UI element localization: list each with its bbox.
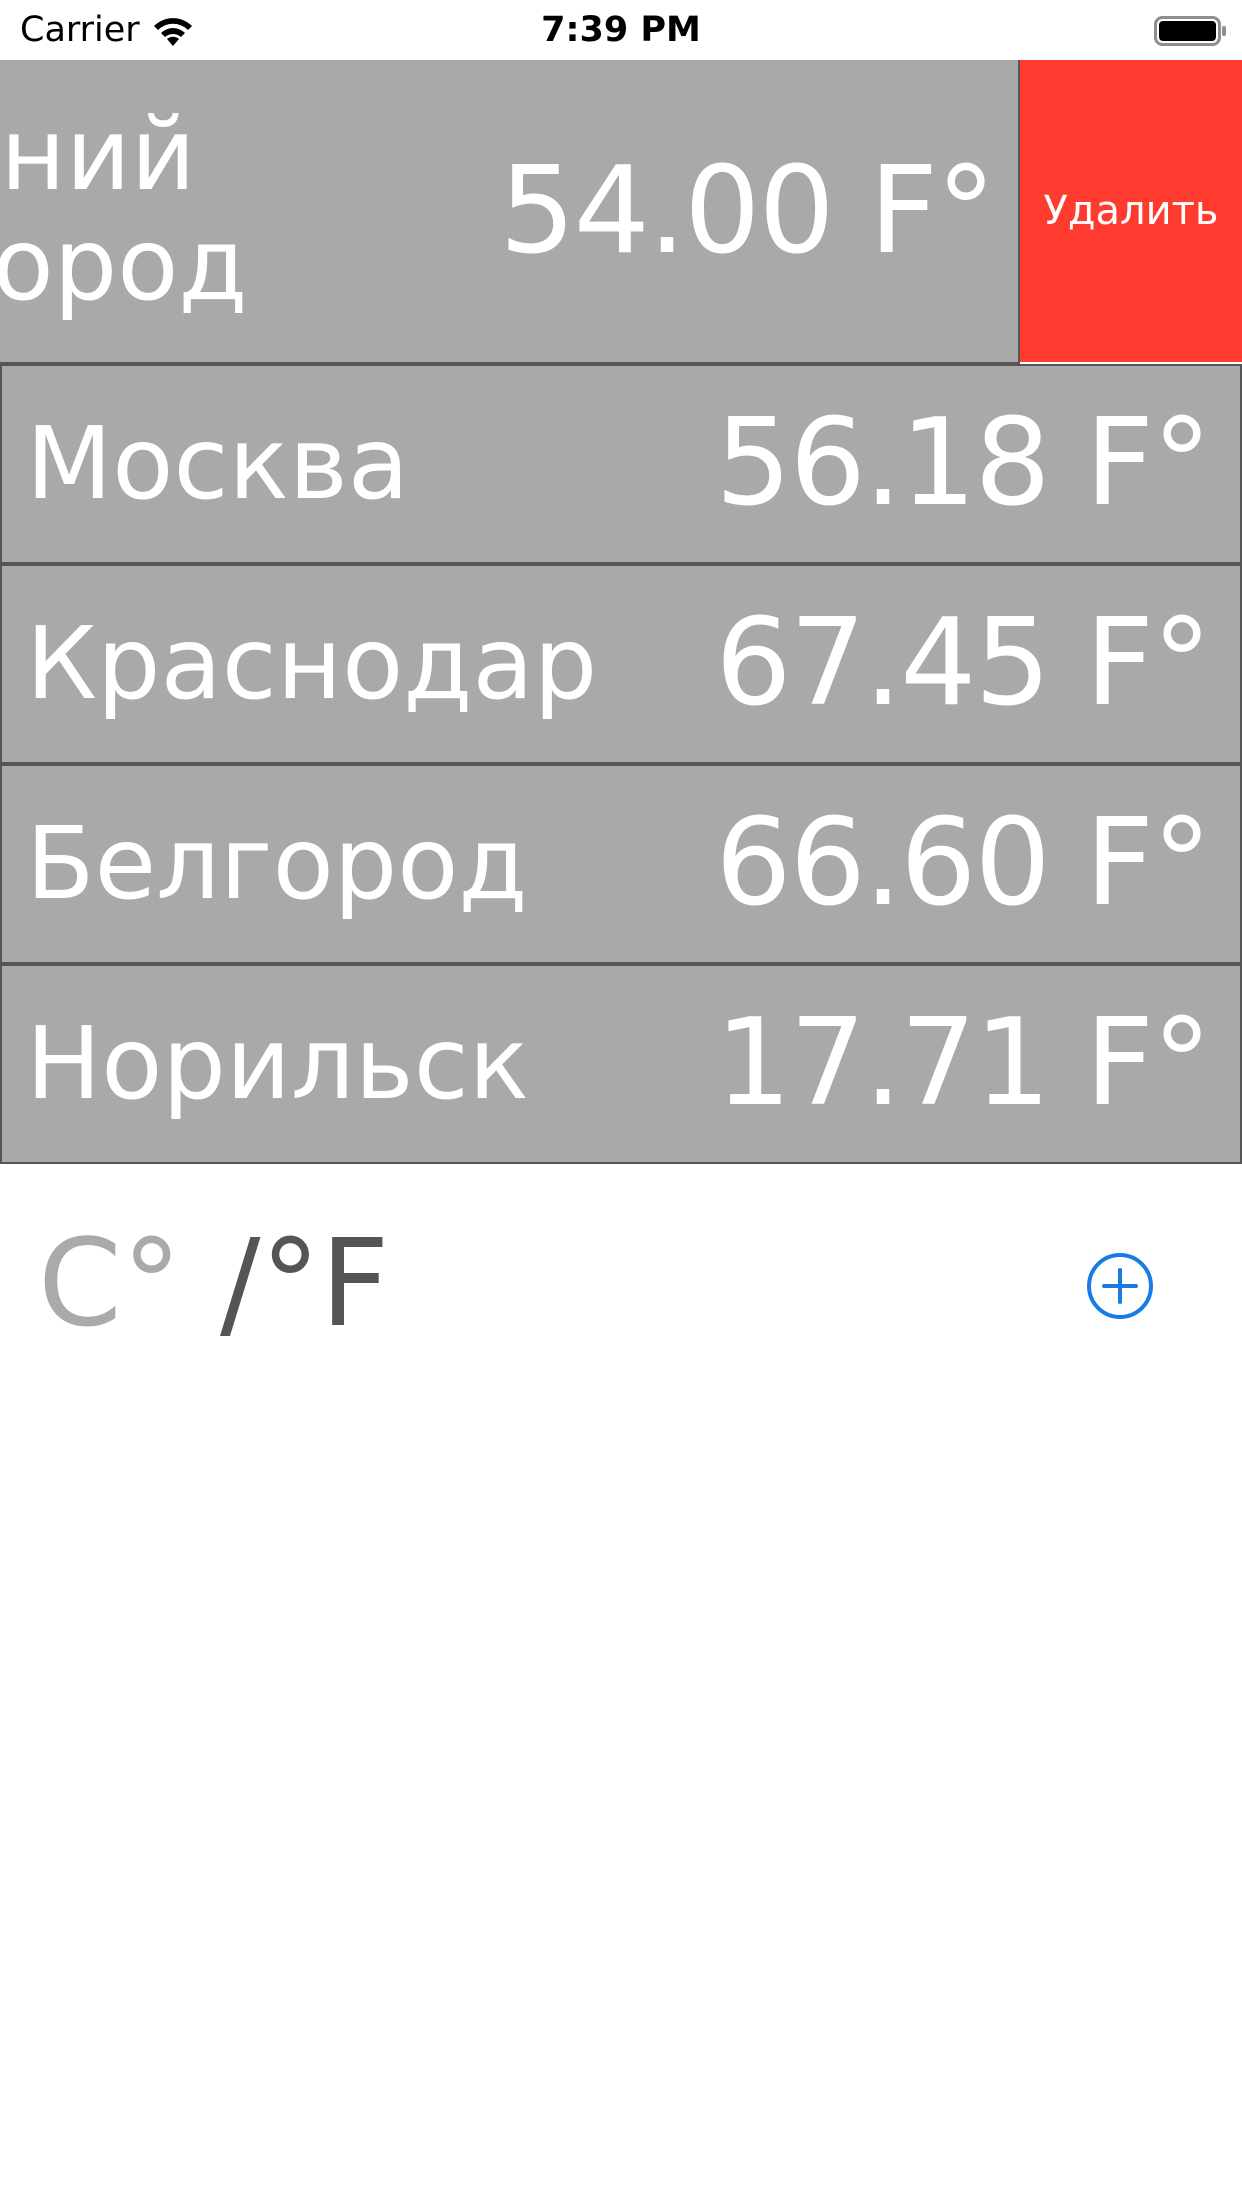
unit-separator: / — [181, 1215, 261, 1354]
city-row-content[interactable]: кний город 54.00 F° — [0, 60, 1020, 364]
city-name: кний город — [0, 96, 248, 323]
city-temperature: 56.18 F° — [715, 394, 1212, 533]
city-name: Москва — [26, 405, 410, 522]
city-temperature: 66.60 F° — [715, 794, 1212, 933]
city-row-swiped[interactable]: кний город 54.00 F° Удалить — [0, 60, 1242, 364]
city-temperature: 17.71 F° — [715, 994, 1212, 1133]
city-name: Краснодар — [26, 605, 598, 722]
city-temperature: 67.45 F° — [715, 594, 1212, 733]
city-name: Белгород — [26, 805, 528, 922]
battery-full-icon — [1154, 16, 1226, 46]
city-row[interactable]: Краснодар 67.45 F° — [0, 564, 1242, 764]
status-bar: Carrier 7:39 PM — [0, 0, 1242, 60]
fahrenheit-option[interactable]: °F — [260, 1220, 389, 1350]
delete-button[interactable]: Удалить — [1020, 60, 1242, 362]
unit-toggle[interactable]: C° / °F — [38, 1220, 389, 1350]
city-row[interactable]: Белгород 66.60 F° — [0, 764, 1242, 964]
celsius-option[interactable]: C° — [38, 1220, 182, 1350]
plus-circle-icon[interactable] — [1086, 1252, 1154, 1320]
city-name: Норильск — [26, 1005, 530, 1122]
city-temperature: 54.00 F° — [499, 141, 996, 281]
city-row[interactable]: Норильск 17.71 F° — [0, 964, 1242, 1164]
city-row[interactable]: Москва 56.18 F° — [0, 364, 1242, 564]
status-time: 7:39 PM — [541, 10, 701, 50]
